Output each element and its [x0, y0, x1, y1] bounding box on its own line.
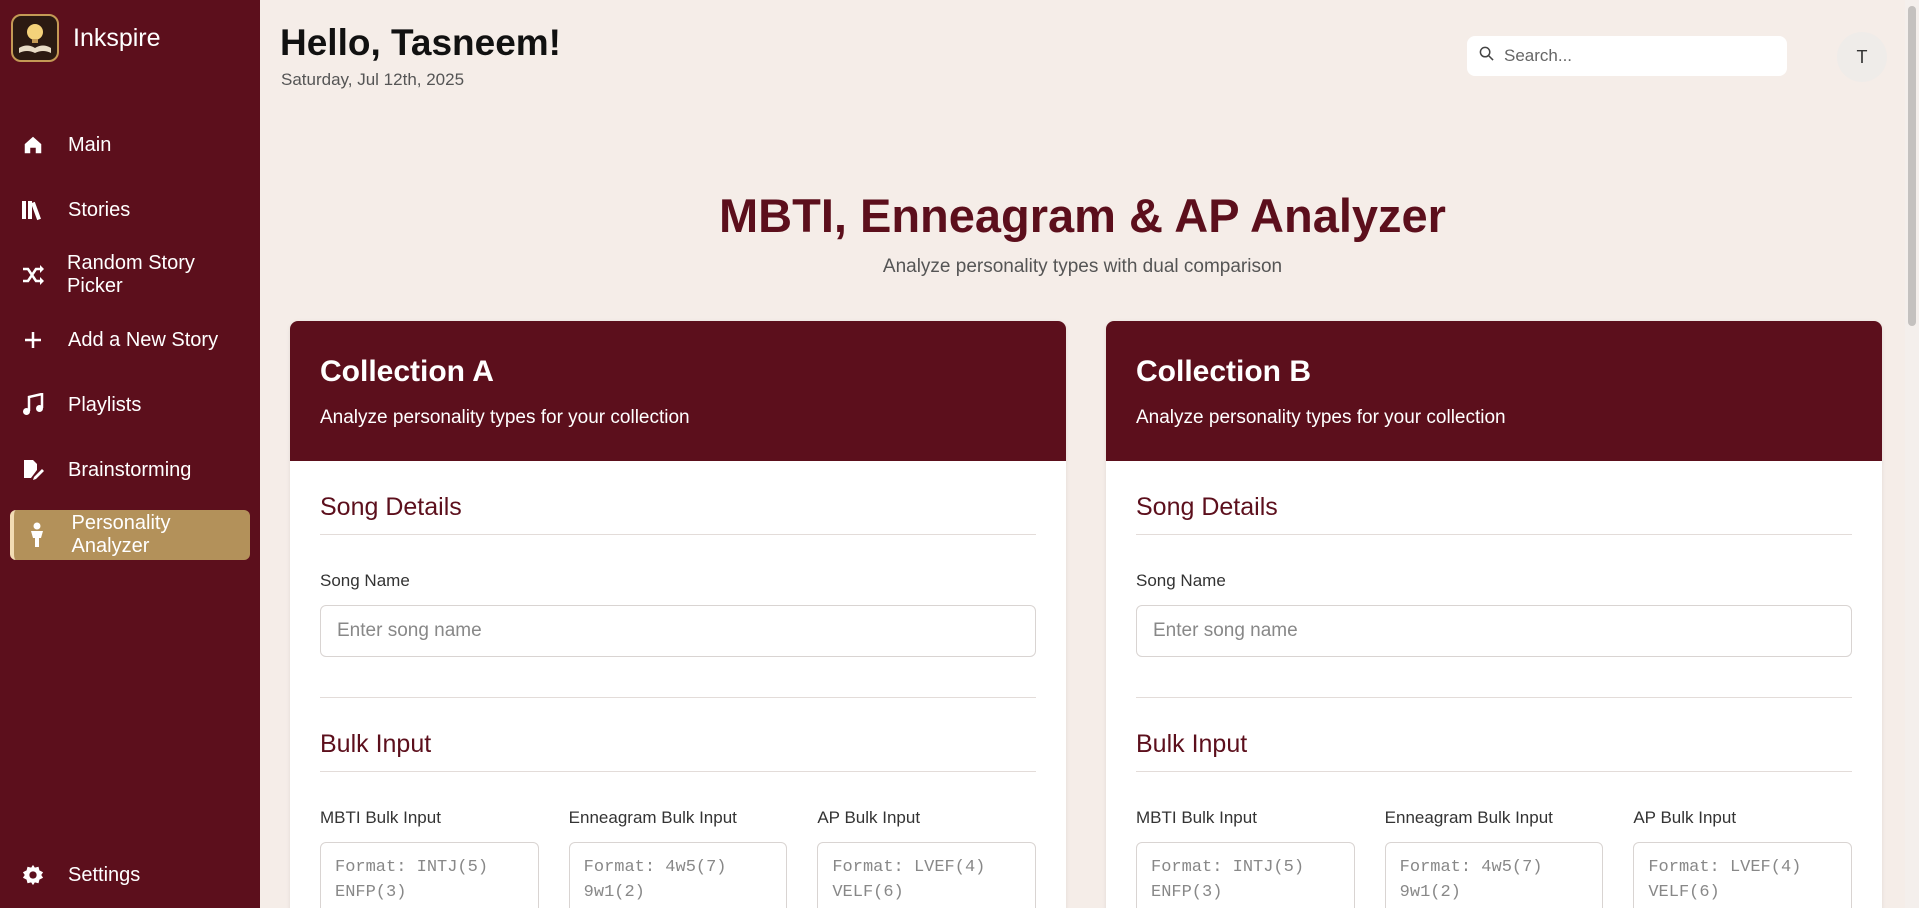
- ap-bulk-textarea[interactable]: Format: LVEF(4) VELF(6): [1633, 842, 1853, 908]
- brand-logo: [11, 14, 59, 62]
- sidebar-item-settings[interactable]: Settings: [10, 850, 250, 900]
- enneagram-bulk-textarea[interactable]: Format: 4w5(7) 9w1(2): [1384, 842, 1604, 908]
- search-input[interactable]: [1504, 46, 1764, 66]
- sidebar-item-label: Brainstorming: [68, 458, 192, 481]
- collection-a-card: Collection A Analyze personality types f…: [290, 321, 1066, 908]
- bulk-column-ap: AP Bulk Input Format: LVEF(4) VELF(6): [1633, 772, 1853, 908]
- song-name-label: Song Name: [1136, 571, 1226, 590]
- mbti-bulk-label: MBTI Bulk Input: [1136, 808, 1257, 827]
- bulk-column-enneagram: Enneagram Bulk Input Format: 4w5(7) 9w1(…: [1384, 772, 1604, 908]
- enneagram-bulk-label: Enneagram Bulk Input: [1384, 808, 1553, 827]
- page-subtitle: Analyze personality types with dual comp…: [882, 256, 1283, 277]
- sidebar-item-playlists[interactable]: Playlists: [10, 380, 250, 430]
- sidebar-item-random-story-picker[interactable]: Random Story Picker: [10, 250, 250, 300]
- divider: [320, 697, 1036, 698]
- card-header: Collection B Analyze personality types f…: [1106, 321, 1882, 461]
- card-description: Analyze personality types for your colle…: [320, 407, 690, 428]
- enneagram-bulk-textarea[interactable]: Format: 4w5(7) 9w1(2): [568, 842, 788, 908]
- bulk-column-enneagram: Enneagram Bulk Input Format: 4w5(7) 9w1(…: [568, 772, 788, 908]
- person-icon: [22, 520, 52, 550]
- shuffle-icon: [18, 260, 47, 290]
- plus-icon: [18, 325, 48, 355]
- ap-bulk-label: AP Bulk Input: [1633, 808, 1737, 827]
- scrollbar-thumb[interactable]: [1908, 6, 1916, 326]
- home-icon: [18, 130, 48, 160]
- sidebar-item-add-new-story[interactable]: Add a New Story: [10, 315, 250, 365]
- sidebar-item-main[interactable]: Main: [10, 120, 250, 170]
- sidebar-item-label: Personality Analyzer: [71, 512, 171, 557]
- avatar[interactable]: T: [1837, 32, 1887, 82]
- page-title: MBTI, Enneagram & AP Analyzer: [719, 189, 1446, 242]
- bulk-column-mbti: MBTI Bulk Input Format: INTJ(5) ENFP(3): [320, 772, 539, 908]
- brand-name: Inkspire: [73, 23, 161, 52]
- bulk-column-mbti: MBTI Bulk Input Format: INTJ(5) ENFP(3): [1136, 772, 1355, 908]
- file-pen-icon: [18, 455, 48, 485]
- card-body: Song Details Song Name Bulk Input MBTI B…: [290, 493, 1066, 908]
- song-name-label: Song Name: [320, 571, 410, 590]
- section-title-song-details: Song Details: [320, 493, 1036, 535]
- bulk-input-grid: MBTI Bulk Input Format: INTJ(5) ENFP(3) …: [320, 772, 1037, 908]
- section-title-bulk-input: Bulk Input: [1136, 730, 1852, 772]
- card-body: Song Details Song Name Bulk Input MBTI B…: [1106, 493, 1882, 908]
- current-date: Saturday, Jul 12th, 2025: [281, 70, 465, 89]
- card-title: Collection A: [320, 355, 494, 388]
- card-title: Collection B: [1136, 355, 1312, 388]
- sidebar-item-label: Settings: [68, 863, 141, 886]
- ap-bulk-textarea[interactable]: Format: LVEF(4) VELF(6): [817, 842, 1037, 908]
- mbti-bulk-textarea[interactable]: Format: INTJ(5) ENFP(3): [320, 842, 539, 908]
- sidebar-item-brainstorming[interactable]: Brainstorming: [10, 445, 250, 495]
- sidebar-nav: Main Stories Random Story Picker Add a N…: [0, 120, 260, 560]
- enneagram-bulk-label: Enneagram Bulk Input: [568, 808, 737, 827]
- bulk-column-ap: AP Bulk Input Format: LVEF(4) VELF(6): [817, 772, 1037, 908]
- sidebar-item-label: Stories: [68, 198, 131, 221]
- divider: [1136, 697, 1852, 698]
- music-icon: [18, 390, 48, 420]
- top-header: Hello, Tasneem! Saturday, Jul 12th, 2025…: [260, 0, 1919, 106]
- song-name-input[interactable]: [320, 605, 1036, 657]
- search-box[interactable]: [1467, 36, 1787, 76]
- section-title-bulk-input: Bulk Input: [320, 730, 1036, 772]
- section-title-song-details: Song Details: [1136, 493, 1852, 535]
- greeting: Hello, Tasneem!: [280, 22, 562, 63]
- card-description: Analyze personality types for your colle…: [1136, 407, 1506, 428]
- bulk-input-grid: MBTI Bulk Input Format: INTJ(5) ENFP(3) …: [1136, 772, 1853, 908]
- page-scrollbar[interactable]: [1905, 0, 1919, 908]
- sidebar: Inkspire Main Stories Random Story Picke…: [0, 0, 260, 908]
- sidebar-item-label: Random Story Picker: [67, 252, 195, 297]
- search-icon: [1479, 46, 1494, 66]
- mbti-bulk-label: MBTI Bulk Input: [320, 808, 441, 827]
- song-name-input[interactable]: [1136, 605, 1852, 657]
- sidebar-item-stories[interactable]: Stories: [10, 185, 250, 235]
- gear-icon: [18, 860, 48, 890]
- sidebar-item-personality-analyzer[interactable]: Personality Analyzer: [10, 510, 250, 560]
- sidebar-item-label: Main: [68, 133, 112, 156]
- collection-b-card: Collection B Analyze personality types f…: [1106, 321, 1882, 908]
- sidebar-item-label: Playlists: [68, 393, 142, 416]
- sidebar-item-label: Add a New Story: [68, 328, 219, 351]
- books-icon: [18, 195, 48, 225]
- mbti-bulk-textarea[interactable]: Format: INTJ(5) ENFP(3): [1136, 842, 1355, 908]
- brand[interactable]: Inkspire: [0, 0, 260, 76]
- ap-bulk-label: AP Bulk Input: [817, 808, 921, 827]
- card-header: Collection A Analyze personality types f…: [290, 321, 1066, 461]
